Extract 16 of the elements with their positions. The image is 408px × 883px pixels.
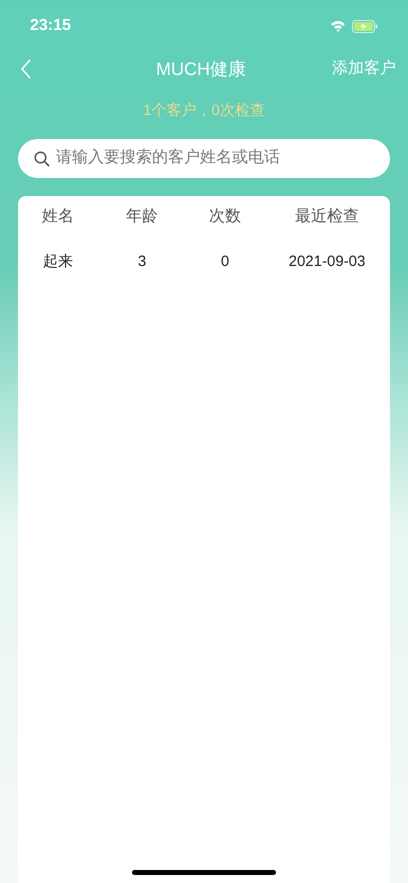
search-icon <box>34 150 50 166</box>
table-cell-text: 起来 <box>42 252 74 272</box>
search-field[interactable]: 请输入要搜索的客户姓名或电话 <box>18 138 390 178</box>
summary-text: 1个客户，0次检查 <box>143 101 265 121</box>
table-cell-text: 2021-09-03 <box>288 252 366 272</box>
column-header: 最近检查 <box>294 206 360 226</box>
column-header: 姓名 <box>41 206 75 226</box>
column-header: 次数 <box>208 206 242 226</box>
page-title: MUCH健康 <box>156 58 246 80</box>
status-time: 23:15 <box>30 16 71 36</box>
table-cell-text: 0 <box>220 252 230 272</box>
add-customer-button[interactable]: 添加客户 <box>332 57 396 81</box>
column-header: 年龄 <box>125 206 159 226</box>
wifi-icon <box>330 20 346 32</box>
battery-icon <box>352 20 378 32</box>
table-cell-text: 3 <box>136 252 148 272</box>
